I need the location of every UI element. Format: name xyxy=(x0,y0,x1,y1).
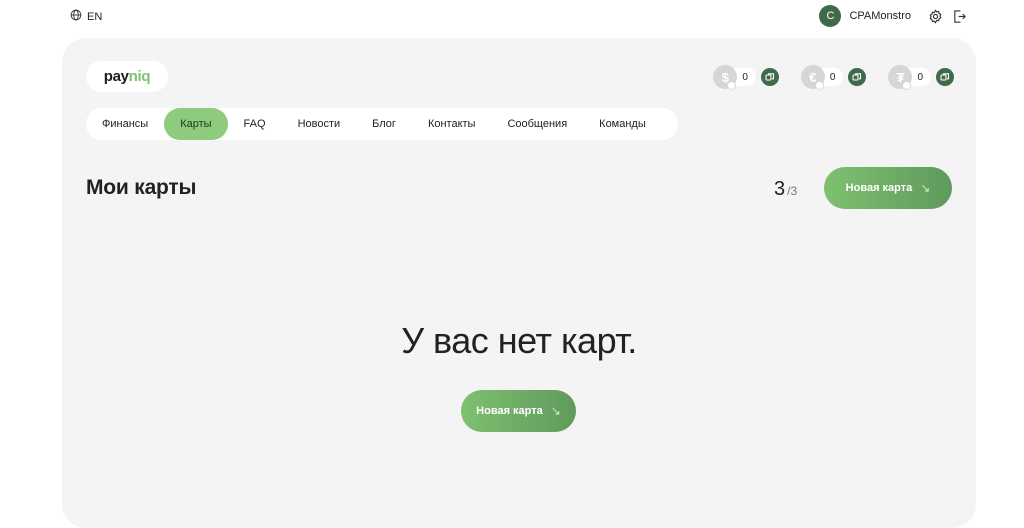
nav-item-messages[interactable]: Сообщения xyxy=(491,108,583,140)
globe-icon xyxy=(70,9,82,24)
language-switcher[interactable]: EN xyxy=(70,9,102,24)
exchange-icon[interactable] xyxy=(936,68,954,86)
new-card-button[interactable]: Новая карта ↘ xyxy=(824,167,952,209)
logout-icon[interactable] xyxy=(951,8,967,24)
balance-usdt: ₮ 0 xyxy=(888,65,954,90)
exchange-icon[interactable] xyxy=(760,68,779,86)
logo-text: pay xyxy=(103,68,129,85)
exchange-icon[interactable] xyxy=(848,68,867,86)
avatar[interactable]: C xyxy=(819,5,842,27)
nav-item-faq[interactable]: FAQ xyxy=(228,108,282,140)
balance-eur: € 0 xyxy=(800,65,867,90)
balances: $ 0 € 0 ₮ 0 xyxy=(713,65,954,90)
logo[interactable]: pay niq xyxy=(86,61,168,92)
coin-badge-icon xyxy=(814,81,824,90)
tether-coin-icon: ₮ xyxy=(888,65,913,90)
main-nav: Финансы Карты FAQ Новости Блог Контакты … xyxy=(86,108,678,140)
nav-item-teams[interactable]: Команды xyxy=(583,108,662,140)
new-card-button-empty-state[interactable]: Новая карта ↘ xyxy=(461,390,576,432)
settings-icon[interactable] xyxy=(927,8,943,24)
user-menu: C CPAMonstro xyxy=(819,5,967,27)
main-panel: pay niq $ 0 € 0 ₮ 0 Финансы Карты FAQ Но… xyxy=(62,38,976,528)
card-count: 3 xyxy=(774,178,786,200)
coin-badge-icon xyxy=(902,81,912,90)
nav-item-contacts[interactable]: Контакты xyxy=(412,108,492,140)
coin-badge-icon xyxy=(727,81,737,90)
new-card-label: Новая карта xyxy=(845,182,913,194)
nav-item-finance[interactable]: Финансы xyxy=(86,108,164,140)
arrow-down-right-icon: ↘ xyxy=(920,181,931,195)
nav-item-news[interactable]: Новости xyxy=(282,108,357,140)
nav-item-cards[interactable]: Карты xyxy=(164,108,228,140)
page-title: Мои карты xyxy=(86,176,197,199)
username[interactable]: CPAMonstro xyxy=(849,10,911,22)
top-bar: EN C CPAMonstro xyxy=(0,0,1024,32)
logo-text-accent: niq xyxy=(128,68,151,85)
euro-coin-icon: € xyxy=(800,65,825,90)
card-counter: 3/3 xyxy=(774,178,797,201)
new-card-label: Новая карта xyxy=(476,405,543,417)
dollar-coin-icon: $ xyxy=(713,65,738,90)
empty-state-message: У вас нет карт. xyxy=(401,320,637,361)
arrow-down-right-icon: ↘ xyxy=(550,404,561,418)
language-label: EN xyxy=(87,10,103,23)
card-max: /3 xyxy=(787,184,798,198)
nav-item-blog[interactable]: Блог xyxy=(356,108,412,140)
balance-usd: $ 0 xyxy=(713,65,779,90)
